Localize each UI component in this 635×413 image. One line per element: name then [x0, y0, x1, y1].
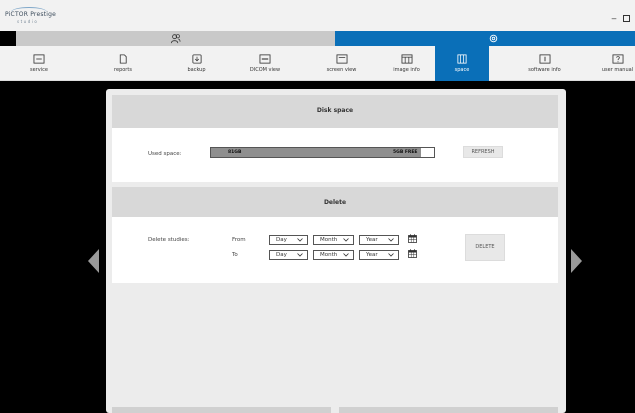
app-window: PiCTOR Prestige studio _ service reports…: [0, 0, 635, 413]
maximize-button[interactable]: [623, 15, 630, 22]
disk-space-header: Disk space: [112, 95, 558, 128]
disk-space-title: Disk space: [316, 107, 354, 114]
to-label: To: [232, 252, 238, 258]
space-icon: [457, 54, 467, 64]
delete-header: Delete: [112, 187, 558, 220]
used-space-label: Used space:: [148, 151, 182, 157]
to-year-value: Year: [366, 252, 378, 258]
chevron-down-icon: [297, 253, 303, 257]
refresh-button[interactable]: REFRESH: [463, 146, 503, 158]
backup-icon: [191, 54, 202, 64]
service-icon: [33, 54, 45, 64]
toolbar: service reports backup DICOM view screen…: [0, 46, 635, 81]
chevron-down-icon: [297, 238, 303, 242]
bottom-subpanel-left: [112, 407, 331, 413]
from-month-select[interactable]: Month: [313, 235, 354, 245]
disk-used-text: 81GB: [228, 150, 242, 155]
group-tab-users[interactable]: [16, 31, 335, 46]
tool-screen-view-label: screen view: [326, 67, 357, 73]
tool-space[interactable]: space: [435, 46, 489, 81]
user-manual-icon: [612, 54, 623, 64]
disk-usage-used-fill: [211, 148, 421, 157]
tool-software-info[interactable]: software info: [489, 46, 600, 81]
tool-user-manual-label: user manual: [601, 67, 634, 73]
from-label: From: [232, 237, 246, 243]
tool-image-info[interactable]: image info: [378, 46, 435, 81]
to-month-value: Month: [320, 252, 338, 258]
chevron-down-icon: [343, 238, 349, 242]
from-month-value: Month: [320, 237, 338, 243]
tool-backup-label: backup: [187, 67, 206, 73]
from-calendar-icon[interactable]: [408, 234, 417, 243]
gear-icon: [489, 34, 498, 43]
from-year-select[interactable]: Year: [359, 235, 399, 245]
title-bar: PiCTOR Prestige studio _: [0, 0, 635, 31]
tool-user-manual[interactable]: user manual: [600, 46, 635, 81]
logo-sub-text: studio: [17, 19, 39, 24]
tool-space-label: space: [454, 67, 470, 73]
to-year-select[interactable]: Year: [359, 250, 399, 260]
from-year-value: Year: [366, 237, 378, 243]
logo-main-text: PiCTOR Prestige: [5, 11, 56, 18]
delete-title: Delete: [323, 199, 347, 206]
tool-service-label: service: [30, 67, 48, 73]
tool-screen-view[interactable]: screen view: [305, 46, 378, 81]
tool-image-info-label: image info: [393, 67, 420, 73]
users-icon: [170, 34, 181, 44]
tool-reports-label: reports: [114, 67, 132, 73]
group-tab-settings[interactable]: [335, 31, 635, 46]
to-calendar-icon[interactable]: [408, 249, 417, 258]
minimize-button[interactable]: _: [609, 10, 619, 20]
image-info-icon: [401, 54, 412, 64]
to-day-value: Day: [276, 252, 287, 258]
delete-studies-label: Delete studies:: [148, 237, 190, 243]
dicom-view-icon: [259, 54, 271, 64]
next-page-arrow[interactable]: [571, 249, 582, 273]
tool-service[interactable]: service: [0, 46, 78, 81]
disk-free-text: 5GB FREE: [393, 150, 418, 155]
to-day-select[interactable]: Day: [269, 250, 308, 260]
previous-page-arrow[interactable]: [88, 249, 99, 273]
tool-dicom-view[interactable]: DICOM view: [225, 46, 305, 81]
chevron-down-icon: [388, 253, 394, 257]
to-month-select[interactable]: Month: [313, 250, 354, 260]
screen-view-icon: [336, 54, 347, 64]
tool-dicom-view-label: DICOM view: [249, 67, 281, 73]
group-tab-bar: [16, 31, 635, 46]
tool-software-info-label: software info: [528, 67, 561, 73]
software-info-icon: [539, 54, 550, 64]
from-day-value: Day: [276, 237, 287, 243]
chevron-down-icon: [388, 238, 394, 242]
space-panel: Disk space Used space: 81GB 5GB FREE REF…: [106, 89, 566, 413]
delete-button[interactable]: DELETE: [465, 234, 505, 261]
reports-icon: [119, 54, 127, 64]
tool-reports[interactable]: reports: [78, 46, 168, 81]
bottom-subpanel-right: [339, 407, 558, 413]
chevron-down-icon: [343, 253, 349, 257]
from-day-select[interactable]: Day: [269, 235, 308, 245]
disk-usage-bar: 81GB 5GB FREE: [210, 147, 435, 158]
tool-backup[interactable]: backup: [168, 46, 225, 81]
app-logo: PiCTOR Prestige studio: [5, 7, 75, 29]
